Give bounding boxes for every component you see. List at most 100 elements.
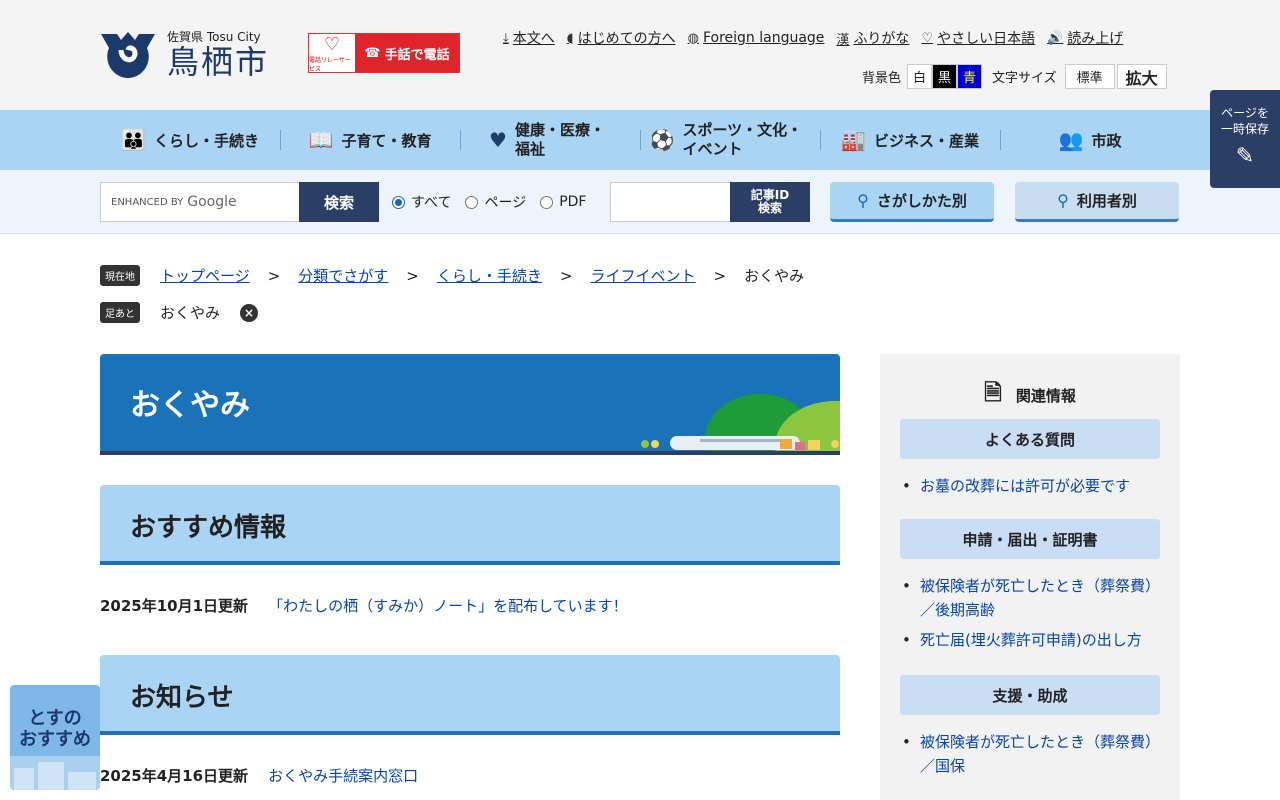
article-id-search-button[interactable]: 記事ID 検索	[730, 182, 810, 222]
breadcrumb-top[interactable]: トップページ	[160, 265, 250, 286]
factory-icon: 🏭	[841, 128, 866, 152]
radio-page[interactable]: ページ	[465, 192, 526, 212]
foreign-language-link[interactable]: ◍ Foreign language	[688, 28, 825, 48]
breadcrumb-current: おくやみ	[744, 267, 805, 285]
font-normal-button[interactable]: 標準	[1064, 64, 1115, 89]
related-category-applications[interactable]: 申請・届出・証明書	[900, 519, 1160, 559]
breadcrumb-living[interactable]: くらし・手続き	[437, 265, 542, 286]
notice-section-header: お知らせ	[100, 655, 840, 735]
site-logo[interactable]: 佐賀県 Tosu City 鳥栖市	[99, 28, 269, 80]
related-category-faq[interactable]: よくある質問	[900, 419, 1160, 459]
bg-black-button[interactable]: 黒	[932, 64, 958, 89]
heart-icon: ♥	[489, 128, 507, 152]
radio-all[interactable]: すべて	[392, 192, 451, 212]
people-icon: 👥	[1058, 128, 1084, 152]
list-item: 被保険者が死亡したとき（葬祭費）／後期高齢	[900, 574, 1160, 622]
related-list-faq: お墓の改葬には許可が必要です	[900, 474, 1160, 504]
city-emblem-icon	[101, 32, 155, 78]
related-info-panel: 🗎 関連情報 よくある質問 お墓の改葬には許可が必要です 申請・届出・証明書 被…	[880, 354, 1180, 800]
nav-government[interactable]: 👥 市政	[1000, 110, 1180, 170]
city-buildings-icon	[10, 756, 100, 790]
nav-childcare[interactable]: 📖 子育て・教育	[280, 110, 460, 170]
close-icon[interactable]: ×	[240, 303, 259, 322]
related-category-support[interactable]: 支援・助成	[900, 675, 1160, 715]
family-icon: 👪	[121, 128, 146, 152]
search-button[interactable]: 検索	[299, 182, 379, 222]
nav-living[interactable]: 👪 くらし・手続き	[100, 110, 280, 170]
news-link[interactable]: 「わたしの栖（すみか）ノート」を配布しています！	[268, 595, 628, 616]
search-scope: すべて ページ PDF	[392, 182, 586, 222]
page-title-banner: おくやみ	[100, 354, 840, 455]
hand-phone-icon: ☎	[364, 45, 381, 61]
related-link[interactable]: 死亡届(埋火葬許可申請)の出し方	[920, 631, 1142, 649]
book-icon: ✎	[1235, 144, 1255, 170]
easy-japanese-link[interactable]: ♡ やさしい日本語	[921, 28, 1035, 48]
download-icon: ⤓	[503, 30, 509, 46]
search-bar: ENHANCED BY Google 検索 すべて ページ PDF 記事ID 検…	[0, 170, 1280, 234]
leaf-icon: ◖	[566, 30, 574, 46]
skip-to-content-link[interactable]: ⤓ 本文へ	[503, 28, 555, 48]
book-icon: 📖	[308, 128, 334, 152]
breadcrumb-life-event[interactable]: ライフイベント	[590, 265, 695, 286]
footprints-tag: 足あと	[100, 302, 140, 323]
footprints: 足あと おくやみ ×	[100, 302, 259, 323]
footprint-item[interactable]: おくやみ	[160, 302, 220, 323]
furigana-link[interactable]: 漢ふりがな	[836, 28, 909, 48]
main-nav: 👪 くらし・手続き 📖 子育て・教育 ♥ 健康・医療・福祉 ⚽ スポーツ・文化・イベント…	[0, 110, 1280, 170]
site-search-input[interactable]: ENHANCED BY Google	[100, 182, 300, 222]
heart-icon: ♡	[921, 30, 934, 46]
search-icon: ⚲	[1057, 191, 1069, 210]
related-list-applications: 被保険者が死亡したとき（葬祭費）／後期高齢 死亡届(埋火葬許可申請)の出し方	[900, 574, 1160, 658]
sign-phone-label: 手話で電話	[384, 47, 450, 63]
breadcrumb: 現在地 トップページ > 分類でさがす > くらし・手続き > ライフイベント …	[100, 265, 804, 286]
tosu-recommend-tab[interactable]: とすの おすすめ	[10, 685, 100, 790]
news-link[interactable]: おくやみ手続案内窓口	[268, 765, 418, 786]
google-brand: Google	[187, 194, 237, 210]
recommend-title: おすすめ情報	[130, 513, 287, 543]
bg-color-label: 背景色	[862, 71, 902, 86]
notice-title: お知らせ	[130, 683, 234, 713]
breadcrumb-tag: 現在地	[100, 265, 140, 286]
save-page-tab[interactable]: ページを 一時保存 ✎	[1210, 90, 1280, 188]
find-by-method-button[interactable]: ⚲ さがしかた別	[830, 182, 994, 222]
bg-white-button[interactable]: 白	[907, 64, 933, 89]
read-aloud-link[interactable]: 🔊 読み上げ	[1047, 28, 1123, 48]
landscape-illustration	[641, 394, 840, 451]
first-time-link[interactable]: ◖ はじめての方へ	[567, 28, 676, 48]
search-icon: ⚲	[857, 191, 869, 210]
sign-language-phone-banner[interactable]: ♡ 電話リレーサービス ☎ 手話で電話	[308, 33, 460, 73]
nav-sports[interactable]: ⚽ スポーツ・文化・イベント	[640, 110, 820, 170]
news-date: 2025年4月16日更新	[100, 767, 249, 785]
font-large-button[interactable]: 拡大	[1116, 64, 1167, 89]
font-size-label: 文字サイズ	[992, 71, 1057, 86]
nav-business[interactable]: 🏭 ビジネス・産業	[820, 110, 1000, 170]
list-item: 被保険者が死亡したとき（葬祭費）／国保	[900, 730, 1160, 778]
related-title: 関連情報	[1015, 386, 1076, 405]
list-item: お墓の改葬には許可が必要です	[900, 474, 1160, 498]
furigana-icon: 漢	[836, 32, 850, 48]
relay-service-label: 電話リレーサービス	[309, 56, 351, 73]
article-id-input[interactable]	[610, 182, 731, 222]
speaker-icon: 🔊	[1047, 30, 1064, 46]
relay-heart-icon: ♡	[323, 33, 341, 55]
breadcrumb-category[interactable]: 分類でさがす	[298, 265, 388, 286]
list-item: 死亡届(埋火葬許可申請)の出し方	[900, 628, 1160, 652]
news-item: 2025年4月16日更新 おくやみ手続案内窓口	[100, 765, 418, 786]
related-list-support: 被保険者が死亡したとき（葬祭費）／国保	[900, 730, 1160, 784]
news-date: 2025年10月1日更新	[100, 597, 249, 615]
utility-links: ⤓ 本文へ ◖ はじめての方へ ◍ Foreign language 漢ふりがな ♡ や…	[503, 28, 1123, 48]
bg-blue-button[interactable]: 青	[957, 64, 983, 89]
related-link[interactable]: 被保険者が死亡したとき（葬祭費）／後期高齢	[920, 577, 1160, 619]
news-item: 2025年10月1日更新 「わたしの栖（すみか）ノート」を配布しています！	[100, 595, 628, 616]
recommend-section-header: おすすめ情報	[100, 485, 840, 565]
city-name: 鳥栖市	[167, 42, 270, 81]
display-settings: 背景色 白 黒 青 文字サイズ 標準 拡大	[862, 64, 1167, 89]
related-link[interactable]: 被保険者が死亡したとき（葬祭費）／国保	[920, 733, 1160, 775]
related-link[interactable]: お墓の改葬には許可が必要です	[920, 477, 1130, 495]
site-header: 佐賀県 Tosu City 鳥栖市 ♡ 電話リレーサービス ☎ 手話で電話 ⤓ 本…	[0, 0, 1280, 110]
document-icon: 🗎	[984, 381, 1002, 406]
nav-health[interactable]: ♥ 健康・医療・福祉	[460, 110, 640, 170]
city-subtitle: 佐賀県 Tosu City	[167, 29, 261, 44]
find-by-user-button[interactable]: ⚲ 利用者別	[1015, 182, 1179, 222]
radio-pdf[interactable]: PDF	[540, 194, 586, 210]
